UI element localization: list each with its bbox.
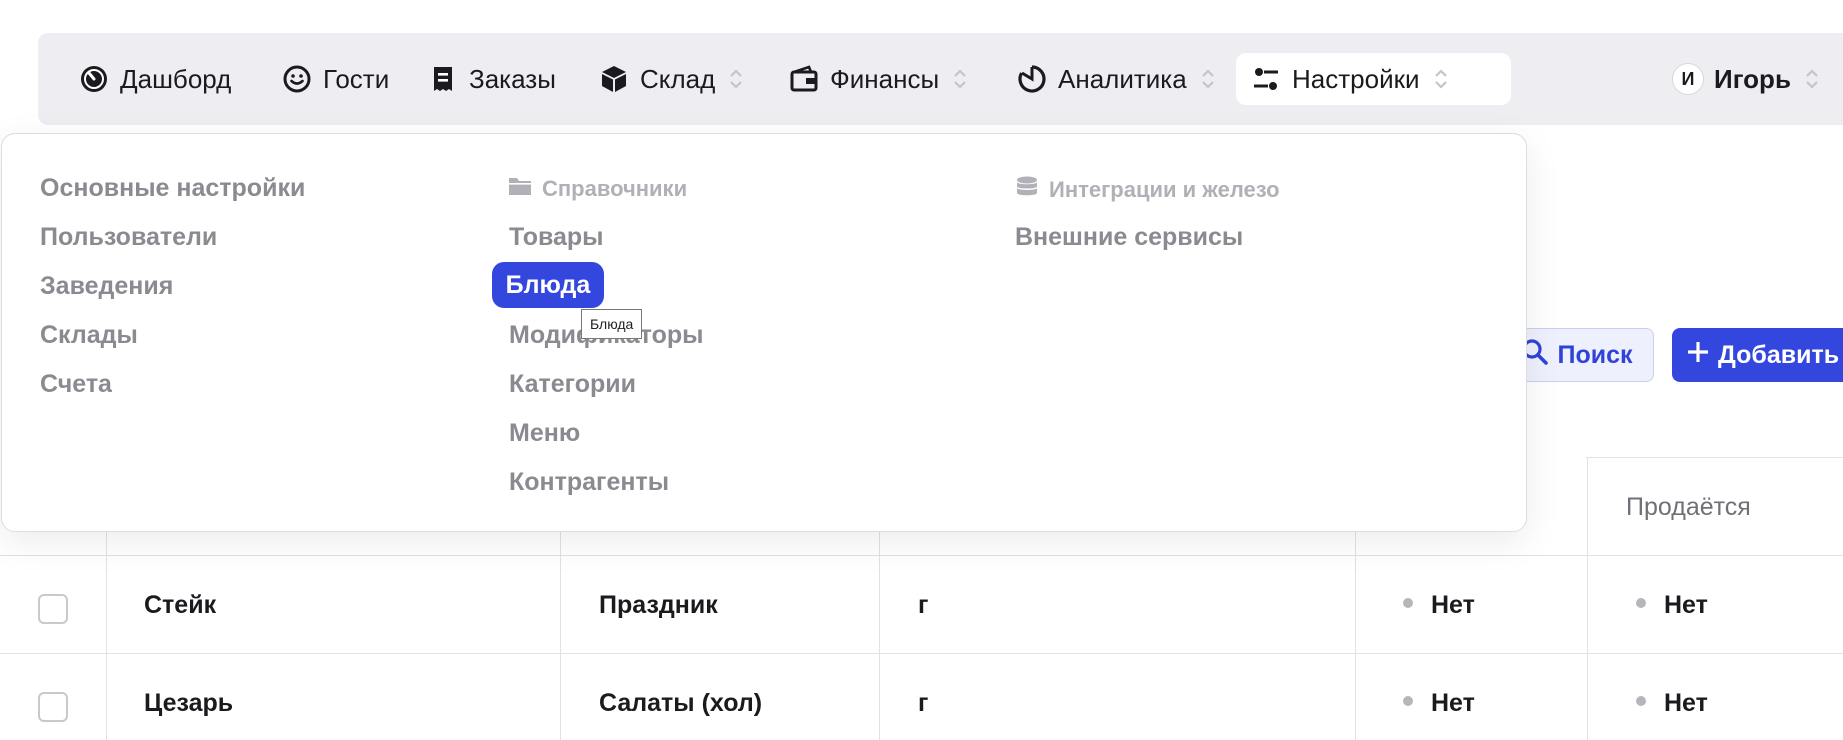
row-checkbox[interactable] xyxy=(38,692,68,722)
database-icon xyxy=(1015,175,1039,205)
status-text: Нет xyxy=(1431,689,1475,717)
cell-sold: Нет xyxy=(1636,591,1708,620)
pie-chart-icon xyxy=(1016,63,1048,95)
nav-label: Финансы xyxy=(830,63,940,94)
nav-item-guests[interactable]: Гости xyxy=(267,53,403,105)
table-divider xyxy=(1355,520,1356,740)
cell-name: Цезарь xyxy=(144,689,234,717)
nav-label: Настройки xyxy=(1292,63,1420,94)
cell-status: Нет xyxy=(1403,591,1475,620)
cell-unit: г xyxy=(918,689,929,717)
menu-item-general-settings[interactable]: Основные настройки xyxy=(40,174,305,203)
status-dot xyxy=(1636,696,1646,707)
plus-icon xyxy=(1686,340,1710,371)
status-text: Нет xyxy=(1431,591,1475,619)
table-divider xyxy=(1587,457,1588,740)
menu-item-venues[interactable]: Заведения xyxy=(40,272,173,301)
menu-item-categories[interactable]: Категории xyxy=(509,370,636,399)
status-dot xyxy=(1403,598,1413,609)
menu-item-products[interactable]: Товары xyxy=(509,223,604,252)
status-dot xyxy=(1403,696,1413,707)
cell-sold: Нет xyxy=(1636,689,1708,718)
status-dot xyxy=(1636,598,1646,609)
sliders-icon xyxy=(1250,63,1282,95)
menu-item-warehouses[interactable]: Склады xyxy=(40,321,138,350)
receipt-icon xyxy=(427,63,459,95)
chevron-updown-icon xyxy=(1805,66,1819,92)
status-text: Нет xyxy=(1664,689,1708,717)
status-text: Нет xyxy=(1664,591,1708,619)
table-divider xyxy=(106,520,107,740)
menu-section-integrations: Интеграции и железо xyxy=(1015,175,1280,205)
box-icon xyxy=(598,63,630,95)
cell-category: Салаты (хол) xyxy=(599,689,763,717)
wallet-icon xyxy=(788,63,820,95)
chevron-updown-icon xyxy=(1434,66,1448,92)
menu-item-menu[interactable]: Меню xyxy=(509,419,580,448)
table-header-border xyxy=(1586,457,1843,458)
add-label: Добавить xyxy=(1718,340,1840,369)
top-navigation: Дашборд Гости Заказы Склад Финансы Анали… xyxy=(38,33,1843,125)
chevron-updown-icon xyxy=(953,66,967,92)
nav-item-analytics[interactable]: Аналитика xyxy=(1002,53,1229,105)
column-header-sold[interactable]: Продаётся xyxy=(1626,493,1751,522)
nav-label: Аналитика xyxy=(1058,63,1187,94)
nav-item-orders[interactable]: Заказы xyxy=(413,53,570,105)
table-divider xyxy=(0,653,1843,654)
cell-name: Стейк xyxy=(144,591,217,619)
chevron-updown-icon xyxy=(729,66,743,92)
nav-item-finance[interactable]: Финансы xyxy=(774,53,981,105)
search-label: Поиск xyxy=(1557,340,1633,369)
menu-item-accounts[interactable]: Счета xyxy=(40,370,112,399)
user-name: Игорь xyxy=(1714,63,1791,94)
menu-section-directories: Справочники xyxy=(508,175,687,203)
menu-item-external-services[interactable]: Внешние сервисы xyxy=(1015,223,1243,252)
nav-label: Склад xyxy=(640,63,716,94)
nav-item-settings[interactable]: Настройки xyxy=(1236,53,1511,105)
settings-dropdown-menu: Основные настройки Пользователи Заведени… xyxy=(1,133,1527,532)
menu-item-contractors[interactable]: Контрагенты xyxy=(509,468,669,497)
folder-icon xyxy=(508,175,532,203)
user-menu[interactable]: И Игорь xyxy=(1672,53,1819,105)
nav-label: Дашборд xyxy=(120,63,232,94)
cell-status: Нет xyxy=(1403,689,1475,718)
cell-unit: г xyxy=(918,591,929,619)
menu-item-users[interactable]: Пользователи xyxy=(40,223,217,252)
chevron-updown-icon xyxy=(1201,66,1215,92)
nav-item-dashboard[interactable]: Дашборд xyxy=(64,53,245,105)
table-divider xyxy=(879,520,880,740)
row-checkbox[interactable] xyxy=(38,594,68,624)
add-button[interactable]: Добавить xyxy=(1672,328,1843,382)
table-divider xyxy=(560,520,561,740)
nav-item-warehouse[interactable]: Склад xyxy=(584,53,757,105)
section-heading: Интеграции и железо xyxy=(1049,177,1280,202)
avatar: И xyxy=(1672,63,1704,95)
cell-category: Праздник xyxy=(599,591,718,619)
nav-label: Гости xyxy=(323,63,390,94)
table-divider xyxy=(0,555,1843,556)
tooltip: Блюда xyxy=(581,309,643,339)
dashboard-gauge-icon xyxy=(78,63,110,95)
nav-label: Заказы xyxy=(469,63,556,94)
smiley-icon xyxy=(281,63,313,95)
section-heading: Справочники xyxy=(542,176,688,201)
menu-item-dishes-active[interactable]: Блюда xyxy=(492,262,604,308)
